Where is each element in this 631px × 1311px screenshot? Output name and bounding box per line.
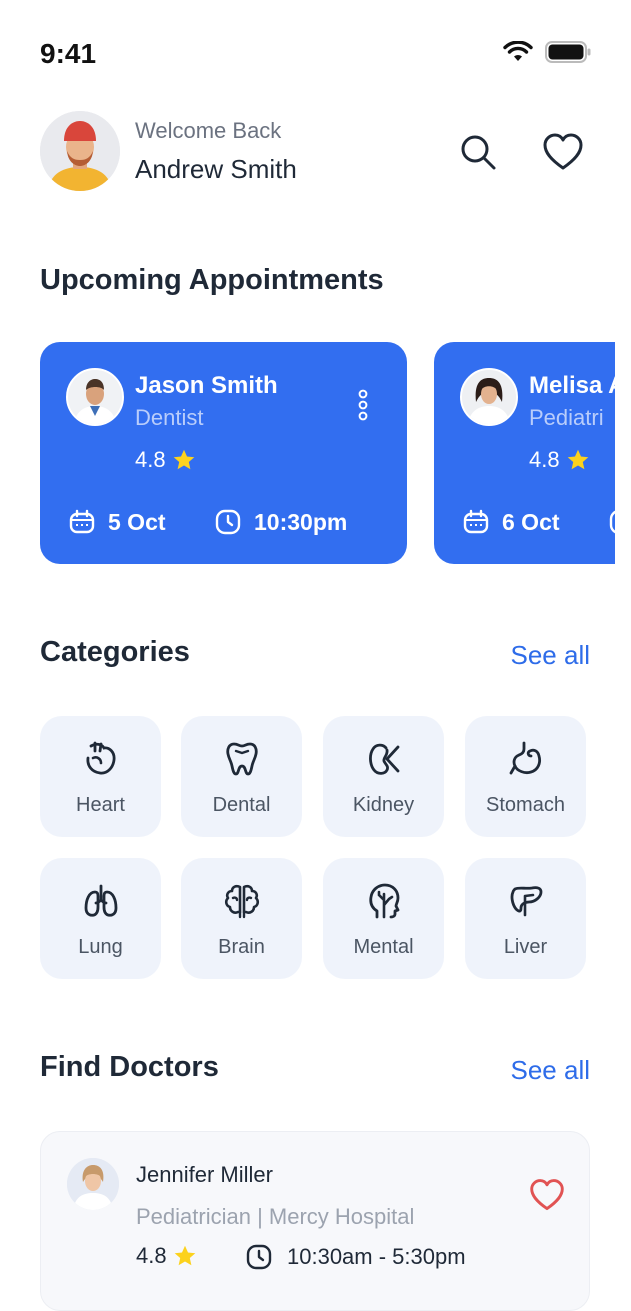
category-label: Stomach bbox=[486, 794, 565, 816]
welcome-text: Welcome Back bbox=[135, 118, 282, 143]
appointments-title: Upcoming Appointments bbox=[40, 264, 384, 296]
calendar-icon bbox=[69, 509, 95, 534]
search-button[interactable] bbox=[456, 130, 500, 174]
more-vertical-icon bbox=[358, 389, 368, 421]
category-label: Lung bbox=[78, 936, 123, 958]
appointment-time: 10:30pm bbox=[214, 508, 347, 536]
doctor-rating: 4.8 bbox=[529, 447, 590, 473]
category-lung[interactable]: Lung bbox=[40, 858, 161, 979]
category-label: Dental bbox=[212, 794, 271, 816]
category-label: Mental bbox=[353, 936, 414, 958]
find-doctors-title: Find Doctors bbox=[40, 1051, 219, 1083]
stomach-icon bbox=[509, 741, 541, 775]
doctor-hours-text: 10:30am - 5:30pm bbox=[287, 1244, 466, 1269]
favorites-button[interactable] bbox=[541, 130, 585, 174]
doctor-hours: 10:30am - 5:30pm bbox=[245, 1243, 466, 1271]
categories-see-all-link[interactable]: See all bbox=[511, 640, 591, 671]
category-mental[interactable]: Mental bbox=[323, 858, 444, 979]
doctor-avatar bbox=[66, 368, 124, 426]
category-label: Heart bbox=[76, 794, 125, 816]
appointment-card[interactable]: Jason Smith Dentist 4.8 5 Oct 10:30pm bbox=[40, 342, 407, 564]
status-time: 9:41 bbox=[40, 38, 97, 69]
category-liver[interactable]: Liver bbox=[465, 858, 586, 979]
tooth-icon bbox=[225, 742, 258, 776]
user-avatar[interactable] bbox=[40, 111, 120, 191]
appointment-date-text: 6 Oct bbox=[502, 508, 560, 535]
appointment-card[interactable]: Melisa A Pediatri 4.8 6 Oct bbox=[434, 342, 615, 564]
heart-outline-icon bbox=[543, 133, 583, 170]
category-dental[interactable]: Dental bbox=[181, 716, 302, 837]
doctor-specialty: Pediatri bbox=[529, 405, 604, 430]
heart-organ-icon bbox=[86, 741, 115, 775]
user-name: Andrew Smith bbox=[135, 154, 297, 184]
status-icons bbox=[503, 40, 591, 64]
appointment-time bbox=[608, 508, 615, 536]
wifi-icon bbox=[503, 41, 533, 61]
more-options-button[interactable] bbox=[352, 386, 374, 426]
star-icon bbox=[173, 449, 194, 470]
star-icon bbox=[174, 1245, 195, 1266]
appointment-date-text: 5 Oct bbox=[108, 508, 166, 535]
category-label: Kidney bbox=[352, 794, 415, 816]
rating-value: 4.8 bbox=[136, 1243, 167, 1268]
favorite-doctor-button[interactable] bbox=[529, 1178, 565, 1217]
doctor-name: Jason Smith bbox=[135, 372, 278, 399]
lungs-icon bbox=[84, 884, 117, 917]
appointment-date: 5 Oct bbox=[68, 508, 166, 536]
doctor-subtitle: Pediatrician | Mercy Hospital bbox=[136, 1204, 415, 1229]
category-label: Brain bbox=[218, 936, 265, 958]
heart-outline-icon bbox=[530, 1179, 564, 1211]
category-brain[interactable]: Brain bbox=[181, 858, 302, 979]
kidney-icon bbox=[368, 743, 399, 775]
battery-icon bbox=[545, 41, 591, 63]
star-icon bbox=[567, 449, 588, 470]
rating-value: 4.8 bbox=[135, 447, 166, 472]
calendar-icon bbox=[463, 509, 489, 534]
clock-icon bbox=[609, 510, 615, 534]
appointment-date: 6 Oct bbox=[462, 508, 560, 536]
category-kidney[interactable]: Kidney bbox=[323, 716, 444, 837]
brain-icon bbox=[224, 884, 259, 919]
doctor-name: Jennifer Miller bbox=[136, 1162, 273, 1187]
appointments-carousel[interactable]: Jason Smith Dentist 4.8 5 Oct 10:30pm Me… bbox=[40, 342, 615, 566]
rating-value: 4.8 bbox=[529, 447, 560, 472]
doctor-avatar bbox=[460, 368, 518, 426]
doctor-specialty: Dentist bbox=[135, 405, 204, 430]
doctor-rating: 4.8 bbox=[136, 1243, 197, 1269]
clock-icon bbox=[246, 1244, 272, 1270]
doctor-avatar bbox=[67, 1158, 119, 1210]
doctor-card[interactable]: Jennifer Miller Pediatrician | Mercy Hos… bbox=[40, 1131, 590, 1311]
category-label: Liver bbox=[503, 936, 548, 958]
search-icon bbox=[461, 135, 496, 170]
appointment-time-text: 10:30pm bbox=[254, 508, 348, 535]
mental-head-icon bbox=[368, 883, 399, 919]
clock-icon bbox=[215, 509, 241, 535]
liver-icon bbox=[510, 886, 542, 917]
category-heart[interactable]: Heart bbox=[40, 716, 161, 837]
find-doctors-see-all-link[interactable]: See all bbox=[511, 1055, 591, 1086]
category-stomach[interactable]: Stomach bbox=[465, 716, 586, 837]
doctor-name: Melisa A bbox=[529, 372, 615, 399]
doctor-rating: 4.8 bbox=[135, 447, 196, 473]
categories-title: Categories bbox=[40, 636, 190, 668]
